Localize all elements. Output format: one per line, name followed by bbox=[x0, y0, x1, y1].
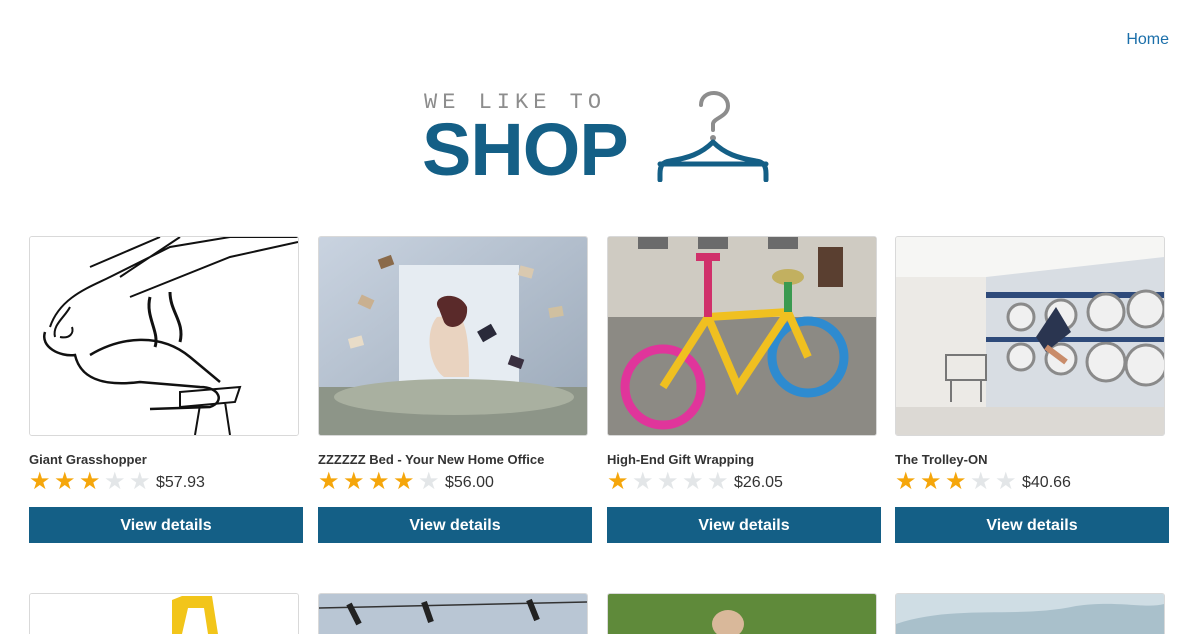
star-filled-icon: ★ bbox=[895, 467, 917, 495]
product-price: $57.93 bbox=[156, 474, 205, 491]
product-card: Giant Grasshopper ★ ★ ★ ★ ★ $57.93 View … bbox=[29, 236, 303, 543]
product-card bbox=[607, 593, 881, 634]
home-link[interactable]: Home bbox=[1126, 31, 1169, 48]
star-empty-icon: ★ bbox=[129, 467, 151, 495]
star-filled-icon: ★ bbox=[368, 467, 390, 495]
view-details-button[interactable]: View details bbox=[318, 507, 592, 543]
product-image[interactable] bbox=[318, 593, 588, 634]
product-name[interactable]: The Trolley-ON bbox=[895, 452, 1169, 468]
product-image[interactable] bbox=[318, 236, 588, 436]
product-rating-row: ★ ★ ★ ★ ★ $56.00 bbox=[318, 468, 592, 494]
product-image[interactable] bbox=[607, 593, 877, 634]
star-empty-icon: ★ bbox=[632, 467, 654, 495]
product-rating-row: ★ ★ ★ ★ ★ $26.05 bbox=[607, 468, 881, 494]
top-nav: Home bbox=[1126, 31, 1169, 49]
star-empty-icon: ★ bbox=[970, 467, 992, 495]
star-filled-icon: ★ bbox=[54, 467, 76, 495]
star-rating: ★ ★ ★ ★ ★ bbox=[318, 469, 443, 493]
product-photo-partial bbox=[896, 594, 1164, 634]
product-photo-partial bbox=[30, 594, 298, 634]
product-card: ZZZZZZ Bed - Your New Home Office ★ ★ ★ … bbox=[318, 236, 592, 543]
view-details-button[interactable]: View details bbox=[895, 507, 1169, 543]
product-card bbox=[318, 593, 592, 634]
star-rating: ★ ★ ★ ★ ★ bbox=[607, 469, 732, 493]
grasshopper-sketch bbox=[30, 237, 298, 435]
star-filled-icon: ★ bbox=[945, 467, 967, 495]
laundromat-photo bbox=[896, 237, 1164, 435]
product-image[interactable] bbox=[895, 593, 1165, 634]
product-image[interactable] bbox=[895, 236, 1165, 436]
product-card bbox=[895, 593, 1169, 634]
product-card: The Trolley-ON ★ ★ ★ ★ ★ $40.66 View det… bbox=[895, 236, 1169, 543]
star-filled-icon: ★ bbox=[393, 467, 415, 495]
star-filled-icon: ★ bbox=[343, 467, 365, 495]
product-image[interactable] bbox=[29, 236, 299, 436]
product-photo-partial bbox=[319, 594, 587, 634]
logo-word: SHOP bbox=[422, 108, 629, 191]
star-empty-icon: ★ bbox=[707, 467, 729, 495]
star-empty-icon: ★ bbox=[995, 467, 1017, 495]
product-name[interactable]: Giant Grasshopper bbox=[29, 452, 303, 468]
star-filled-icon: ★ bbox=[318, 467, 340, 495]
shop-logo[interactable]: WE LIKE TO SHOP bbox=[422, 88, 782, 191]
star-filled-icon: ★ bbox=[79, 467, 101, 495]
star-filled-icon: ★ bbox=[29, 467, 51, 495]
bed-books-photo bbox=[319, 237, 587, 435]
product-rating-row: ★ ★ ★ ★ ★ $40.66 bbox=[895, 468, 1169, 494]
product-price: $56.00 bbox=[445, 474, 494, 491]
star-filled-icon: ★ bbox=[920, 467, 942, 495]
knitted-bicycle-photo bbox=[608, 237, 876, 435]
product-photo-partial bbox=[608, 594, 876, 634]
star-empty-icon: ★ bbox=[104, 467, 126, 495]
star-rating: ★ ★ ★ ★ ★ bbox=[895, 469, 1020, 493]
product-rating-row: ★ ★ ★ ★ ★ $57.93 bbox=[29, 468, 303, 494]
product-image[interactable] bbox=[607, 236, 877, 436]
product-card: High-End Gift Wrapping ★ ★ ★ ★ ★ $26.05 … bbox=[607, 236, 881, 543]
product-price: $26.05 bbox=[734, 474, 783, 491]
star-rating: ★ ★ ★ ★ ★ bbox=[29, 469, 154, 493]
star-empty-icon: ★ bbox=[682, 467, 704, 495]
star-empty-icon: ★ bbox=[657, 467, 679, 495]
view-details-button[interactable]: View details bbox=[607, 507, 881, 543]
star-empty-icon: ★ bbox=[418, 467, 440, 495]
product-name[interactable]: High-End Gift Wrapping bbox=[607, 452, 881, 468]
hanger-icon bbox=[657, 90, 769, 182]
star-filled-icon: ★ bbox=[607, 467, 629, 495]
product-image[interactable] bbox=[29, 593, 299, 634]
product-card bbox=[29, 593, 303, 634]
product-price: $40.66 bbox=[1022, 474, 1071, 491]
view-details-button[interactable]: View details bbox=[29, 507, 303, 543]
product-name[interactable]: ZZZZZZ Bed - Your New Home Office bbox=[318, 452, 592, 468]
